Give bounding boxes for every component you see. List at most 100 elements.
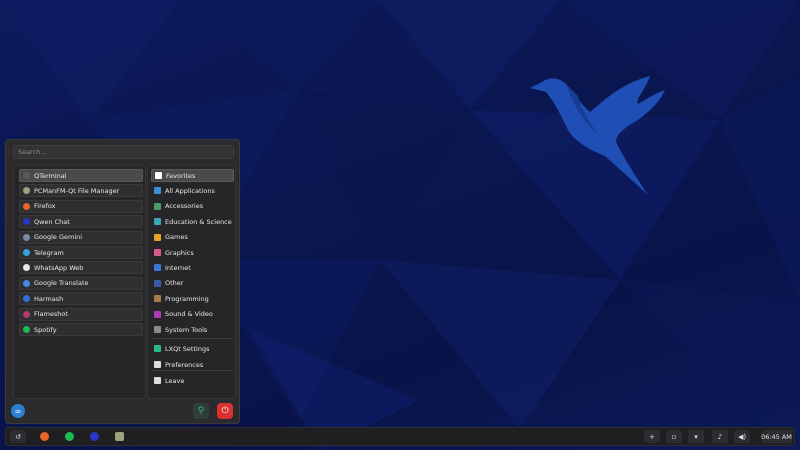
favorite-item[interactable]: Harmash bbox=[19, 292, 143, 306]
favorite-item[interactable]: Google Translate bbox=[19, 276, 143, 290]
preferences-icon bbox=[154, 361, 161, 368]
category-item[interactable]: Internet bbox=[151, 261, 234, 274]
search-input[interactable] bbox=[13, 145, 234, 159]
graphics-icon bbox=[154, 249, 161, 256]
internet-icon bbox=[154, 264, 161, 272]
category-item[interactable]: Other bbox=[151, 277, 234, 290]
spotify-icon bbox=[64, 432, 74, 441]
power-icon: ⏻ bbox=[221, 406, 229, 416]
firefox-icon bbox=[39, 432, 49, 441]
system-tools-icon bbox=[154, 326, 161, 333]
category-item[interactable]: Programming bbox=[151, 292, 234, 305]
add-icon: + bbox=[649, 432, 655, 441]
gemini-icon bbox=[23, 233, 30, 241]
taskbar-spotify[interactable] bbox=[61, 430, 77, 443]
taskbar-file-manager[interactable] bbox=[111, 430, 127, 443]
favorite-item[interactable]: QTerminal bbox=[19, 169, 143, 182]
start-icon: ↺ bbox=[15, 432, 21, 441]
category-item-label: Education & Science bbox=[165, 217, 232, 226]
tray-clipboard-button[interactable]: ▫ bbox=[666, 430, 682, 443]
flameshot-icon bbox=[23, 310, 30, 318]
favorite-item-label: WhatsApp Web bbox=[34, 263, 84, 272]
favorite-item[interactable]: Qwen Chat bbox=[19, 215, 143, 229]
favorite-item-label: Google Translate bbox=[34, 279, 89, 288]
favorite-item[interactable]: WhatsApp Web bbox=[19, 261, 143, 275]
favorite-item[interactable]: Spotify bbox=[19, 323, 143, 336]
settings-item[interactable]: Leave bbox=[151, 374, 234, 387]
category-item[interactable]: Education & Science bbox=[151, 215, 234, 228]
category-item-label: Graphics bbox=[165, 248, 194, 257]
tray-add-button[interactable]: + bbox=[644, 430, 660, 443]
category-separator bbox=[151, 338, 234, 339]
bird-logo bbox=[530, 76, 665, 195]
categories-list: Favorites All Applications Accessories Educ… bbox=[147, 165, 236, 399]
spotify-icon bbox=[23, 326, 30, 333]
qwen-icon bbox=[23, 218, 30, 226]
favorite-item-label: Firefox bbox=[34, 202, 56, 211]
tray-volume-button[interactable]: ◀) bbox=[734, 430, 750, 443]
favorite-item-label: Google Gemini bbox=[34, 233, 83, 242]
taskbar-qwen[interactable] bbox=[86, 430, 102, 443]
games-icon bbox=[154, 233, 161, 241]
settings-item-label: Leave bbox=[165, 376, 185, 385]
programming-icon bbox=[154, 295, 161, 303]
category-item[interactable]: Games bbox=[151, 231, 234, 244]
favorite-item-label: Spotify bbox=[34, 325, 57, 334]
category-item[interactable]: Favorites bbox=[151, 169, 234, 182]
leave-icon bbox=[154, 377, 161, 384]
firefox-icon bbox=[23, 202, 30, 210]
whatsapp-icon bbox=[23, 264, 30, 272]
telegram-icon bbox=[23, 249, 30, 256]
category-item[interactable]: Accessories bbox=[151, 200, 234, 213]
leave-separator bbox=[151, 370, 234, 371]
network-icon: ▾ bbox=[694, 432, 698, 441]
education-icon bbox=[154, 218, 161, 226]
category-item-label: Internet bbox=[165, 263, 191, 272]
settings-item[interactable]: LXQt Settings bbox=[151, 342, 234, 355]
category-item-label: Accessories bbox=[165, 202, 204, 211]
category-item-label: Programming bbox=[165, 294, 209, 303]
tray-network-button[interactable]: ▾ bbox=[688, 430, 704, 443]
about-button[interactable]: ⚲ bbox=[193, 403, 209, 419]
favorite-item[interactable]: PCManFM-Qt File Manager bbox=[19, 184, 143, 198]
sound-video-icon bbox=[154, 310, 161, 318]
start-menu-button[interactable]: ↺ bbox=[10, 430, 26, 443]
tray-notifications-button[interactable]: ♪ bbox=[712, 430, 728, 443]
lxqt-settings-icon bbox=[154, 345, 161, 352]
accessories-icon bbox=[154, 202, 161, 210]
category-item[interactable]: Sound & Video bbox=[151, 308, 234, 321]
favorite-item[interactable]: Google Gemini bbox=[19, 230, 143, 244]
category-item[interactable]: All Applications bbox=[151, 184, 234, 197]
favorite-item[interactable]: Flameshot bbox=[19, 307, 143, 321]
power-button[interactable]: ⏻ bbox=[217, 403, 233, 419]
category-item[interactable]: System Tools bbox=[151, 323, 234, 336]
category-item-label: Other bbox=[165, 279, 184, 288]
favorites-list: QTerminal PCManFM-Qt File Manager Firefox Q… bbox=[13, 165, 146, 399]
favorite-item-label: Flameshot bbox=[34, 310, 68, 319]
clock[interactable]: 06:45 AM bbox=[761, 430, 792, 443]
translate-icon bbox=[23, 279, 30, 287]
category-item-label: Sound & Video bbox=[165, 310, 213, 319]
category-item[interactable]: Graphics bbox=[151, 246, 234, 259]
category-item-label: All Applications bbox=[165, 186, 215, 195]
settings-item-label: LXQt Settings bbox=[165, 344, 210, 353]
application-menu: QTerminal PCManFM-Qt File Manager Firefox Q… bbox=[5, 139, 240, 424]
file-manager-icon bbox=[23, 187, 30, 195]
favorite-item-label: Telegram bbox=[34, 248, 64, 257]
favorite-item[interactable]: Firefox bbox=[19, 199, 143, 213]
favorite-item-label: PCManFM-Qt File Manager bbox=[34, 186, 120, 195]
taskbar: ↺ + ▫ ▾ ♪ ◀) 06:45 AM bbox=[5, 427, 795, 446]
favorite-item-label: QTerminal bbox=[34, 171, 67, 180]
favorite-item[interactable]: Telegram bbox=[19, 246, 143, 259]
category-item-label: Favorites bbox=[166, 171, 196, 180]
file-manager-icon bbox=[114, 432, 124, 441]
taskbar-firefox[interactable] bbox=[36, 430, 52, 443]
about-icon: ⚲ bbox=[197, 406, 205, 416]
volume-icon: ◀) bbox=[737, 432, 747, 441]
category-item-label: System Tools bbox=[165, 325, 208, 334]
qwen-icon bbox=[89, 432, 99, 441]
favorite-item-label: Harmash bbox=[34, 294, 64, 303]
favorite-item-label: Qwen Chat bbox=[34, 217, 70, 226]
settings-item-label: Preferences bbox=[165, 360, 204, 369]
distro-logo-button[interactable]: ∞ bbox=[11, 404, 25, 418]
